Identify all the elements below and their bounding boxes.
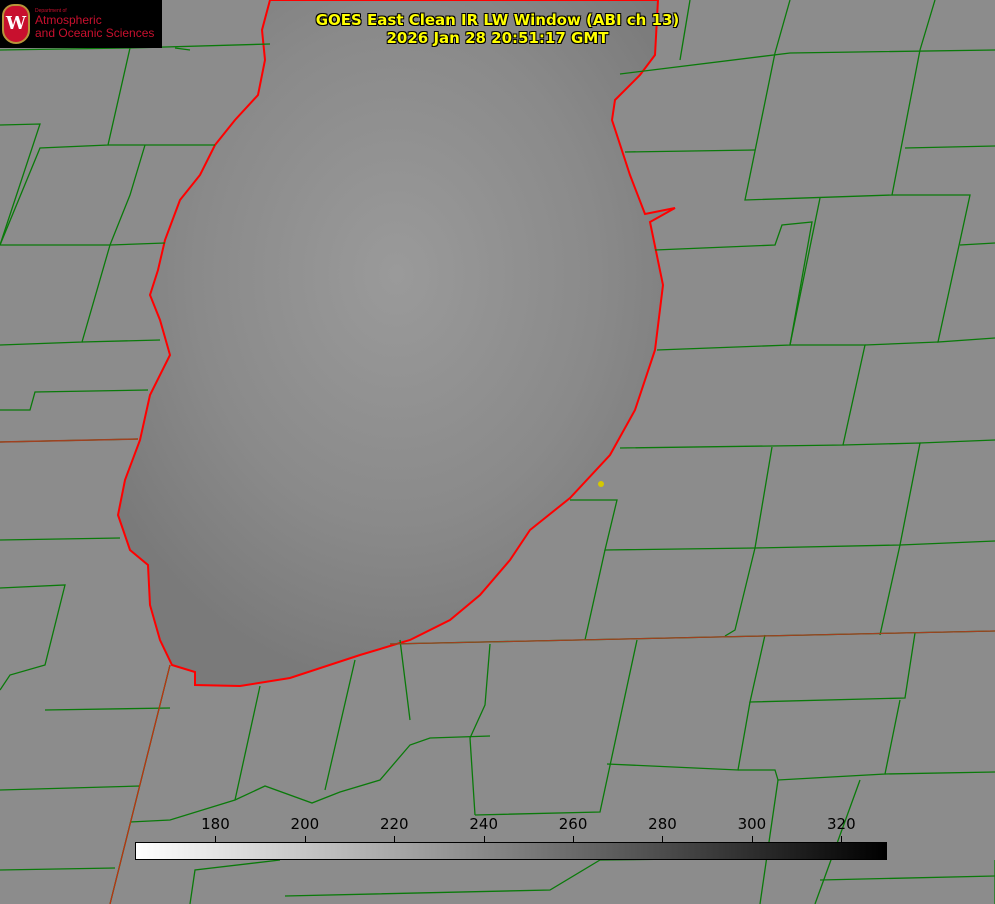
colorbar-tick-label: 220 — [380, 815, 409, 833]
state-border — [0, 439, 138, 442]
colorbar-tick-label: 280 — [648, 815, 677, 833]
state-border — [390, 631, 995, 644]
uw-crest-icon: W — [2, 4, 30, 44]
aos-logo: W Department of Atmospheric and Oceanic … — [0, 0, 162, 48]
colorbar-tick-label: 200 — [291, 815, 320, 833]
location-marker — [598, 481, 604, 487]
logo-line1: Atmospheric — [35, 13, 102, 27]
logo-line2: and Oceanic Sciences — [35, 26, 154, 40]
state-border — [110, 665, 170, 904]
colorbar-tick-label: 320 — [827, 815, 856, 833]
colorbar-tick-label: 300 — [738, 815, 767, 833]
colorbar — [135, 842, 887, 860]
colorbar-tick-label: 180 — [201, 815, 230, 833]
colorbar-tick-label: 240 — [469, 815, 498, 833]
satellite-map: GOES East Clean IR LW Window (ABI ch 13)… — [0, 0, 995, 904]
lake-michigan — [118, 0, 675, 686]
map-layer — [0, 0, 995, 904]
colorbar-tick-label: 260 — [559, 815, 588, 833]
